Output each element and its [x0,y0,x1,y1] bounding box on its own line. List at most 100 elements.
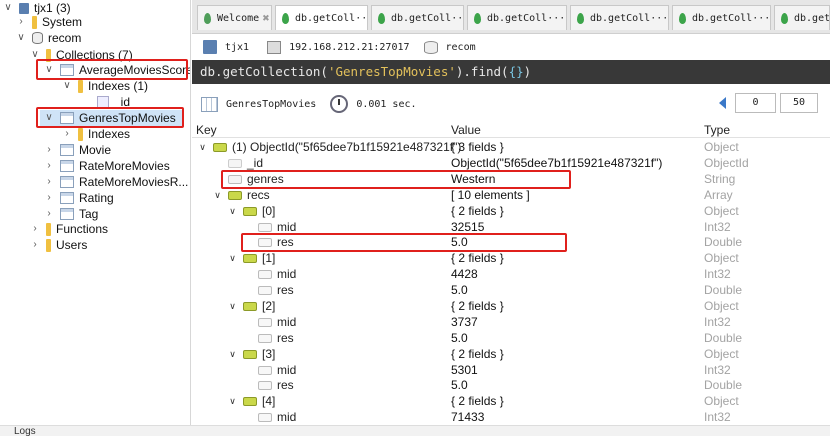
tab-label: db.getColl··· [692,12,771,24]
table-row[interactable]: ∨ [0] { 2 fields } Object [192,204,830,219]
server-icon [203,40,217,54]
row-type: Object [704,347,739,361]
object-icon [243,397,257,406]
tab-query[interactable]: db.getCo [774,5,830,30]
chevron-down-icon[interactable]: ∨ [228,299,237,314]
tree-db-node[interactable]: ∨ recom [16,30,81,46]
chevron-right-icon[interactable]: › [16,14,26,30]
chevron-down-icon[interactable]: ∨ [228,251,237,266]
header-type[interactable]: Type [704,123,730,137]
tab-query[interactable]: db.getColl··· ✖ [672,5,771,30]
tab-query[interactable]: db.getColl··· ✖ [371,5,464,30]
folder-icon [78,127,83,141]
chevron-right-icon[interactable]: › [44,206,54,222]
query-suffix: ).find( [455,64,509,79]
skip-input[interactable]: 0 [735,93,776,113]
tree-system-node[interactable]: › System [16,14,82,30]
collection-icon [60,208,74,220]
row-value: { 2 fields } [451,204,504,218]
row-value: { 2 fields } [451,299,504,313]
row-type: Object [704,204,739,218]
chevron-down-icon[interactable]: ∨ [228,347,237,362]
tree-collection-rating[interactable]: › Rating [44,190,113,206]
leaf-icon [282,12,289,24]
row-type: Int32 [704,267,731,281]
tree-indexes-node[interactable]: ∨ Indexes (1) [62,78,148,94]
tree-collection-tag[interactable]: › Tag [44,206,98,222]
row-type: Array [704,188,733,202]
object-icon [243,350,257,359]
int-icon [258,223,272,232]
tree-collection-label: RateMoreMovies [79,159,170,173]
chevron-down-icon[interactable]: ∨ [213,188,222,203]
chevron-right-icon[interactable]: › [44,174,54,190]
logs-bar[interactable]: Logs [0,425,830,436]
tree-collection-ratemoremoviesr[interactable]: › RateMoreMoviesR... [44,174,188,190]
query-collection-string: 'GenresTopMovies' [327,64,456,79]
previous-page-icon[interactable] [719,97,726,109]
table-row[interactable]: mid 71433 Int32 [192,410,830,425]
chevron-down-icon[interactable]: ∨ [228,394,237,409]
query-editor[interactable]: db.getCollection('GenresTopMovies').find… [192,60,830,84]
row-type: Int32 [704,363,731,377]
row-value: 5.0 [451,331,468,345]
tab-query[interactable]: db.getColl··· ✖ [275,5,368,30]
object-icon [243,302,257,311]
row-type: Double [704,283,743,297]
chevron-down-icon[interactable]: ∨ [198,140,207,155]
table-row[interactable]: ∨ (1) ObjectId("5f65dee7b1f15921e487321f"… [192,140,830,155]
computer-icon [267,40,282,54]
tab-label: db.getColl··· [487,12,566,24]
table-row[interactable]: mid 4428 Int32 [192,267,830,282]
header-key[interactable]: Key [196,123,217,137]
tree-collection-ratemoremovies[interactable]: › RateMoreMovies [44,158,170,174]
logs-label: Logs [14,426,36,436]
table-row[interactable]: res 5.0 Double [192,331,830,346]
leaf-icon [474,12,481,24]
limit-input[interactable]: 50 [780,93,818,113]
tree-collection-movie[interactable]: › Movie [44,142,111,158]
chevron-right-icon[interactable]: › [30,237,40,253]
row-key: [3] [262,347,276,361]
chevron-right-icon[interactable]: › [62,126,72,142]
row-type: Int32 [704,410,731,424]
table-row[interactable]: ∨ [2] { 2 fields } Object [192,299,830,314]
table-row[interactable]: mid 3737 Int32 [192,315,830,330]
tab-query[interactable]: db.getColl··· ✖ [467,5,567,30]
table-row[interactable]: res 5.0 Double [192,283,830,298]
chevron-down-icon[interactable]: ∨ [16,30,26,46]
row-key: mid [277,267,297,281]
row-type: Object [704,394,739,408]
table-row[interactable]: _id ObjectId("5f65dee7b1f15921e487321f")… [192,156,830,171]
table-view-icon[interactable] [201,96,218,112]
table-row[interactable]: ∨ [4] { 2 fields } Object [192,394,830,409]
header-value[interactable]: Value [451,123,481,137]
chevron-right-icon[interactable]: › [30,221,40,237]
annotation-box [241,233,567,252]
table-row[interactable]: ∨ recs [ 10 elements ] Array [192,188,830,203]
chevron-down-icon[interactable]: ∨ [3,0,13,16]
chevron-down-icon[interactable]: ∨ [228,204,237,219]
chevron-down-icon[interactable]: ∨ [62,78,72,94]
chevron-right-icon[interactable]: › [44,142,54,158]
table-row[interactable]: ∨ [3] { 2 fields } Object [192,347,830,362]
row-type: ObjectId [704,156,749,170]
table-row[interactable]: res 5.0 Double [192,378,830,393]
tree-indexes-node[interactable]: › Indexes [62,126,130,142]
leaf-icon [378,12,385,24]
folder-icon [46,222,51,236]
tree-users-node[interactable]: › Users [30,237,87,253]
tree-functions-node[interactable]: › Functions [30,221,108,237]
results-grid: Key Value Type ∨ (1) ObjectId("5f65dee7b1… [192,122,830,425]
close-icon[interactable]: ✖ [262,13,270,24]
row-type: Object [704,140,739,154]
chevron-right-icon[interactable]: › [44,158,54,174]
chevron-right-icon[interactable]: › [44,190,54,206]
folder-icon [46,238,51,252]
object-icon [213,143,227,152]
tab-query[interactable]: db.getColl··· ✖ [570,5,669,30]
table-row[interactable]: ∨ [1] { 2 fields } Object [192,251,830,266]
table-row[interactable]: mid 5301 Int32 [192,363,830,378]
tab-welcome[interactable]: Welcome ✖ [197,5,272,30]
database-icon [32,32,43,44]
